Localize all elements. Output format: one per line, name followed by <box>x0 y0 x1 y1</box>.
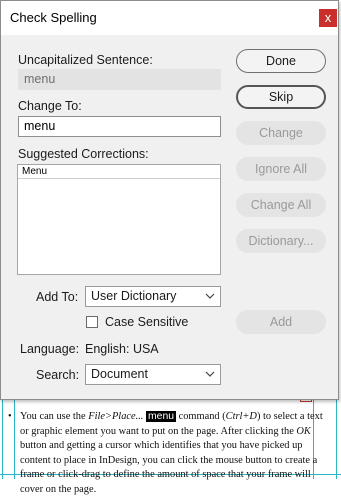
suggested-corrections-label: Suggested Corrections: <box>18 147 149 161</box>
search-scope-select[interactable]: Document <box>85 364 221 385</box>
dialog-titlebar[interactable]: Check Spelling x <box>1 1 338 35</box>
change-to-label: Change To: <box>18 99 82 113</box>
chevron-down-icon <box>205 293 215 299</box>
suggestion-item[interactable]: Menu <box>18 165 220 179</box>
search-scope-value: Document <box>91 367 148 381</box>
add-to-label: Add To: <box>36 290 79 304</box>
change-to-input[interactable]: menu <box>18 116 221 137</box>
close-button[interactable]: x <box>319 9 337 27</box>
misspelled-word-highlight: menu <box>146 411 177 422</box>
case-sensitive-checkbox[interactable] <box>86 316 98 328</box>
bullet-text-after-1: command ( <box>176 411 226 422</box>
bullet-menu-path: File>Place... <box>88 411 144 422</box>
suggested-corrections-list[interactable]: Menu <box>17 164 221 275</box>
change-all-button[interactable]: Change All <box>236 193 326 217</box>
document-bullet-list: You can use the File>Place... menu comma… <box>4 410 330 498</box>
uncapitalized-sentence-field: menu <box>18 69 221 90</box>
close-icon: x <box>324 10 332 25</box>
check-spelling-dialog: Check Spelling x Uncapitalized Sentence:… <box>0 0 339 400</box>
ignore-all-button[interactable]: Ignore All <box>236 157 326 181</box>
chevron-down-icon <box>205 371 215 377</box>
bullet-text-after-3: button and getting a cursor which identi… <box>20 440 318 495</box>
document-bullet-item: You can use the File>Place... menu comma… <box>4 410 330 498</box>
search-label: Search: <box>36 368 80 382</box>
skip-button[interactable]: Skip <box>236 85 326 109</box>
add-to-select[interactable]: User Dictionary <box>85 286 221 307</box>
bullet-ok: OK <box>296 425 311 437</box>
change-button[interactable]: Change <box>236 121 326 145</box>
language-value: English: USA <box>85 342 159 356</box>
bullet-text-before: You can use the <box>20 411 89 422</box>
add-to-select-value: User Dictionary <box>91 289 177 303</box>
uncapitalized-sentence-label: Uncapitalized Sentence: <box>18 53 153 67</box>
case-sensitive-label: Case Sensitive <box>105 315 189 329</box>
dictionary-button[interactable]: Dictionary... <box>236 229 326 253</box>
bullet-shortcut: Ctrl+D <box>225 411 257 422</box>
dialog-title: Check Spelling <box>10 10 97 25</box>
done-button[interactable]: Done <box>236 49 326 73</box>
language-label: Language: <box>20 342 80 356</box>
add-button[interactable]: Add <box>236 310 326 334</box>
